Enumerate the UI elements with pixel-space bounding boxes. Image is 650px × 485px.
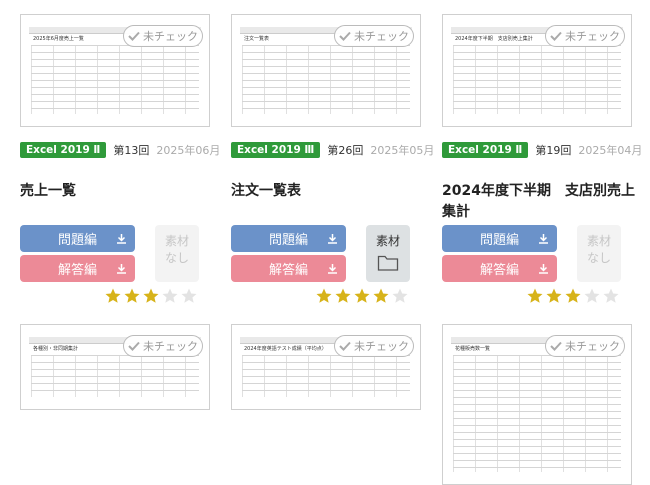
publish-date: 2025年04月 <box>578 144 643 157</box>
sheet-thumbnail[interactable]: 花種販売数一覧 未チェック <box>442 324 632 485</box>
star-empty-icon <box>181 288 197 303</box>
star-filled-icon <box>527 288 543 303</box>
star-filled-icon <box>143 288 159 303</box>
sheet-thumbnail[interactable]: 各種別・非同期集計 未チェック <box>20 324 210 410</box>
folder-icon <box>377 255 399 271</box>
download-icon <box>328 264 337 274</box>
check-icon <box>550 341 562 351</box>
answer-button-label: 解答編 <box>268 263 308 278</box>
star-filled-icon <box>316 288 332 303</box>
question-button-label: 問題編 <box>479 233 519 248</box>
difficulty-rating <box>526 287 621 305</box>
material-none-line2: なし <box>164 251 189 265</box>
unchecked-badge[interactable]: 未チェック <box>334 25 414 47</box>
unchecked-label: 未チェック <box>143 340 198 353</box>
unchecked-badge[interactable]: 未チェック <box>123 25 203 47</box>
check-icon <box>128 341 140 351</box>
unchecked-label: 未チェック <box>354 340 409 353</box>
answer-download-button[interactable]: 解答編 <box>231 255 346 282</box>
unchecked-badge[interactable]: 未チェック <box>334 335 414 357</box>
star-filled-icon <box>546 288 562 303</box>
unchecked-label: 未チェック <box>354 30 409 43</box>
unchecked-badge[interactable]: 未チェック <box>545 25 625 47</box>
difficulty-rating <box>315 287 410 305</box>
thumbnail-title: 注文一覧表 <box>244 36 270 42</box>
unchecked-badge[interactable]: 未チェック <box>123 335 203 357</box>
question-download-button[interactable]: 問題編 <box>20 225 135 252</box>
question-button-label: 問題編 <box>57 233 97 248</box>
star-filled-icon <box>335 288 351 303</box>
card-title[interactable]: 注文一覧表 <box>231 181 431 202</box>
star-empty-icon <box>162 288 178 303</box>
star-filled-icon <box>124 288 140 303</box>
episode-number: 第13回 <box>113 144 150 157</box>
answer-button-label: 解答編 <box>57 263 97 278</box>
download-icon <box>117 264 126 274</box>
sheet-thumbnail[interactable]: 注文一覧表 未チェック <box>231 14 421 127</box>
material-none-line1: 素材 <box>164 234 189 248</box>
answer-download-button[interactable]: 解答編 <box>20 255 135 282</box>
star-empty-icon <box>584 288 600 303</box>
check-icon <box>339 341 351 351</box>
star-filled-icon <box>105 288 121 303</box>
download-icon <box>117 234 126 244</box>
star-filled-icon <box>354 288 370 303</box>
sheet-thumbnail[interactable]: 2024年度下半期 支店別売上集計 未チェック <box>442 14 632 127</box>
material-none-box: 素材 なし <box>155 225 199 282</box>
unchecked-badge[interactable]: 未チェック <box>545 335 625 357</box>
answer-button-label: 解答編 <box>479 263 519 278</box>
star-empty-icon <box>603 288 619 303</box>
unchecked-label: 未チェック <box>143 30 198 43</box>
thumbnail-title: 花種販売数一覧 <box>455 346 491 352</box>
question-download-button[interactable]: 問題編 <box>442 225 557 252</box>
question-download-button[interactable]: 問題編 <box>231 225 346 252</box>
star-empty-icon <box>392 288 408 303</box>
material-download-button[interactable]: 素材 <box>366 225 410 282</box>
sheet-thumbnail[interactable]: 2025年6月度売上一覧 未チェック <box>20 14 210 127</box>
sheet-thumbnail[interactable]: 2024年度英語テスト成績（平均点） 未チェック <box>231 324 421 410</box>
card-title[interactable]: 売上一覧 <box>20 181 220 202</box>
unchecked-label: 未チェック <box>565 30 620 43</box>
episode-number: 第26回 <box>327 144 364 157</box>
question-button-label: 問題編 <box>268 233 308 248</box>
publish-date: 2025年06月 <box>156 144 221 157</box>
star-filled-icon <box>373 288 389 303</box>
check-icon <box>339 31 351 41</box>
episode-number: 第19回 <box>535 144 572 157</box>
card-title[interactable]: 2024年度下半期 支店別売上集計 <box>442 181 637 223</box>
material-none-line1: 素材 <box>586 234 611 248</box>
course-badge: Excel 2019 Ⅲ <box>231 142 321 158</box>
check-icon <box>550 31 562 41</box>
thumbnail-title: 2024年度英語テスト成績（平均点） <box>244 346 327 352</box>
course-badge: Excel 2019 Ⅱ <box>442 142 529 158</box>
thumbnail-title: 2024年度下半期 支店別売上集計 <box>455 36 533 42</box>
course-badge: Excel 2019 Ⅱ <box>20 142 107 158</box>
download-icon <box>539 264 548 274</box>
difficulty-rating <box>104 287 199 305</box>
publish-date: 2025年05月 <box>370 144 435 157</box>
star-filled-icon <box>565 288 581 303</box>
material-none-box: 素材 なし <box>577 225 621 282</box>
thumbnail-title: 各種別・非同期集計 <box>33 346 79 352</box>
material-label: 素材 <box>375 234 400 248</box>
download-icon <box>539 234 548 244</box>
check-icon <box>128 31 140 41</box>
material-none-line2: なし <box>586 251 611 265</box>
unchecked-label: 未チェック <box>565 340 620 353</box>
thumbnail-title: 2025年6月度売上一覧 <box>33 36 84 42</box>
answer-download-button[interactable]: 解答編 <box>442 255 557 282</box>
download-icon <box>328 234 337 244</box>
